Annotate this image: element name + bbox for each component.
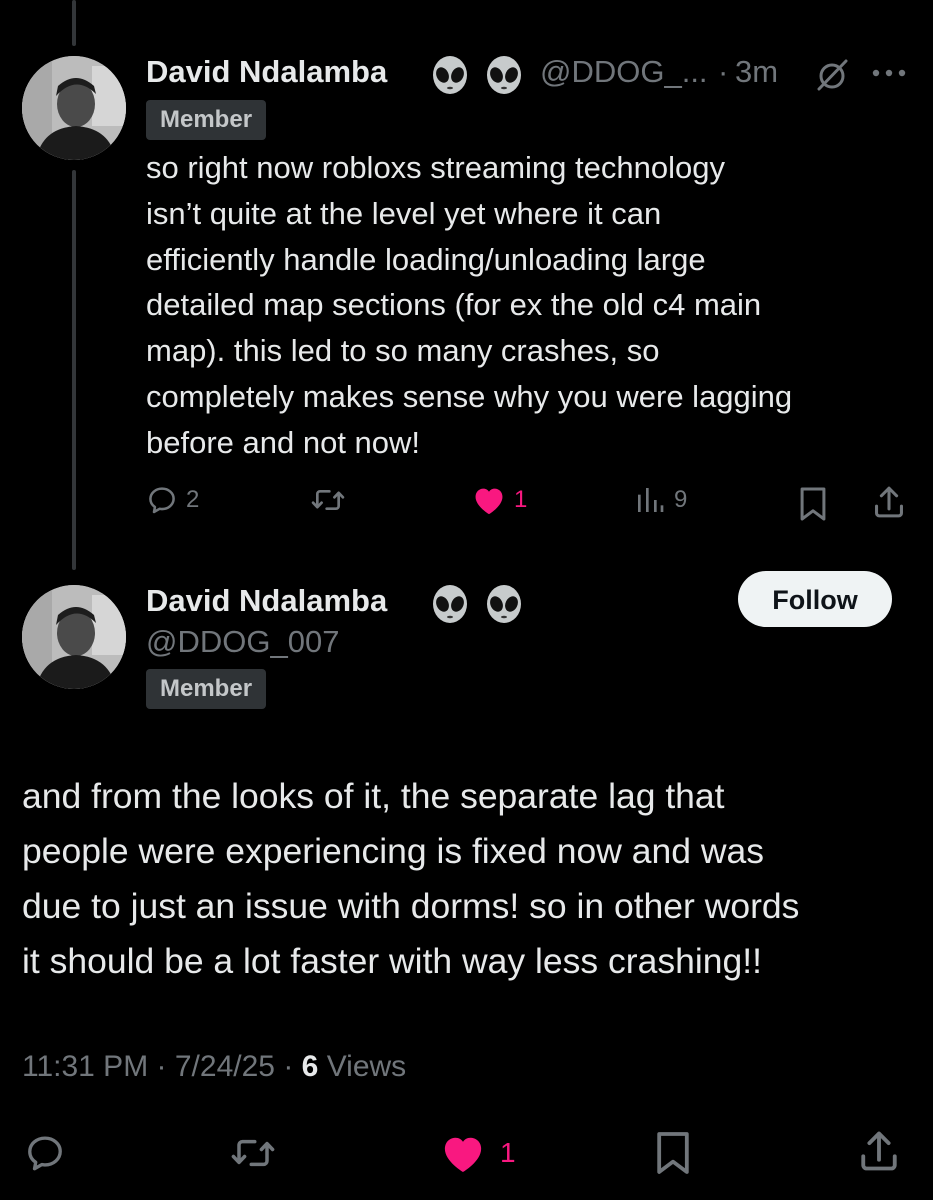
share-icon[interactable]: [872, 484, 906, 520]
like-icon: [475, 488, 503, 515]
views-icon: [638, 488, 664, 512]
post-views-count: 6: [301, 1050, 319, 1083]
like-button[interactable]: 1: [472, 484, 527, 516]
avatar[interactable]: [22, 585, 126, 689]
alien-emoji-icon: [487, 585, 521, 623]
separator-dot: ·: [156, 1050, 167, 1083]
main-author-handle[interactable]: @DDOG_007: [146, 624, 339, 660]
like-count: 1: [514, 486, 528, 513]
views-button[interactable]: 9: [634, 484, 687, 516]
like-icon: [444, 1137, 482, 1173]
bookmark-icon[interactable]: [654, 1130, 692, 1176]
reply-icon[interactable]: [24, 1132, 66, 1174]
reply-icon: [149, 487, 175, 514]
reply-button[interactable]: 2: [146, 484, 199, 516]
separator-dot: ·: [283, 1050, 294, 1083]
thread-line: [72, 170, 76, 570]
post-views-label: Views: [326, 1050, 407, 1083]
grok-icon[interactable]: [816, 58, 848, 92]
follow-button[interactable]: Follow: [738, 571, 892, 627]
member-badge: Member: [146, 669, 267, 709]
like-count: 1: [500, 1137, 516, 1168]
post-date[interactable]: 7/24/25: [175, 1050, 275, 1083]
share-icon[interactable]: [858, 1128, 900, 1174]
reply-timestamp[interactable]: 3m: [735, 54, 778, 90]
main-author-name[interactable]: David Ndalamba: [146, 583, 387, 619]
views-count: 9: [674, 486, 688, 513]
reply-author-name[interactable]: David Ndalamba: [146, 54, 387, 90]
alien-emoji-icon: [433, 585, 467, 623]
alien-emoji-icon: [433, 56, 467, 94]
repost-icon: [311, 490, 345, 510]
separator-dot: ·: [718, 54, 729, 89]
post-metadata: 11:31 PM · 7/24/25 · 6 Views: [22, 1050, 406, 1084]
repost-icon[interactable]: [230, 1132, 276, 1174]
main-post-text: and from the looks of it, the separate l…: [22, 776, 800, 981]
reply-author-handle[interactable]: @DDOG_...: [540, 54, 708, 90]
like-button[interactable]: 1: [440, 1132, 516, 1174]
post-time[interactable]: 11:31 PM: [22, 1050, 148, 1083]
alien-emoji-icon: [487, 56, 521, 94]
member-badge: Member: [146, 100, 267, 140]
more-icon[interactable]: [872, 68, 906, 78]
bookmark-icon[interactable]: [798, 486, 828, 522]
avatar[interactable]: [22, 56, 126, 160]
thread-line-top: [72, 0, 76, 46]
reply-text: so right now robloxs streaming technolog…: [146, 150, 793, 460]
repost-button[interactable]: [310, 484, 346, 516]
reply-count: 2: [186, 486, 200, 513]
